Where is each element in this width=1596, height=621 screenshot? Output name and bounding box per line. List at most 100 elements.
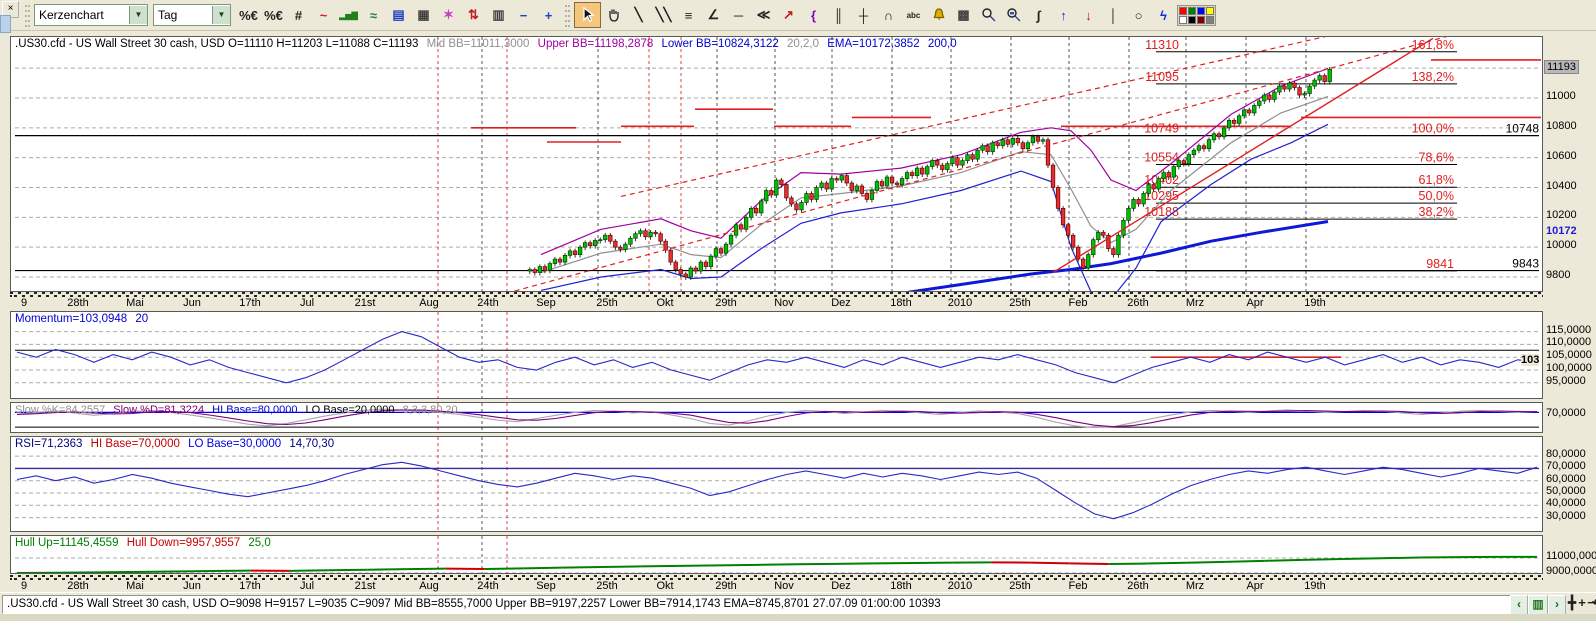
fibonacci-levels-icon[interactable]: ↗ xyxy=(776,3,801,27)
mini-scrollbar[interactable] xyxy=(0,15,11,33)
main-chart-title: .US30.cfd - US Wall Street 30 cash, USD … xyxy=(15,38,962,50)
mid-bollinger xyxy=(541,96,1328,272)
svg-text:78,6%: 78,6% xyxy=(1419,151,1454,165)
x-axis-label: 2010 xyxy=(940,580,980,592)
axis-label: 11000 xyxy=(1546,90,1576,102)
sell-arrow-icon[interactable]: ↓ xyxy=(1076,3,1101,27)
stochastic-pane[interactable]: Slow %K=84,2557 Slow %D=81,3224 HI Base=… xyxy=(10,402,1543,433)
style-brush-icon[interactable]: ✶ xyxy=(436,3,461,27)
bottom-strip xyxy=(0,614,1596,621)
x-axis-label: Mrz xyxy=(1175,580,1215,592)
alert-bell-icon[interactable] xyxy=(926,3,951,27)
slow-k-label: Slow %K=84,2557 xyxy=(15,404,105,416)
palette-color-swatch[interactable] xyxy=(1188,16,1196,24)
grid-icon[interactable]: # xyxy=(286,3,311,27)
x-axis-label: Jun xyxy=(172,580,212,592)
scrollbar-thumb[interactable]: ▥ xyxy=(1528,595,1548,615)
crosshair-icon[interactable]: ┼ xyxy=(851,3,876,27)
zoom-in-icon[interactable] xyxy=(976,3,1001,27)
axis-label: 95,0000 xyxy=(1546,375,1586,387)
period-value: Tag xyxy=(154,8,212,22)
axis-label: 30,0000 xyxy=(1546,510,1586,522)
x-axis-label: 19th xyxy=(1295,580,1335,592)
workspace-icon[interactable]: ▥ xyxy=(486,3,511,27)
axis-label: 11193 xyxy=(1544,60,1579,74)
squiggle-icon[interactable]: ∫ xyxy=(1026,3,1051,27)
palette-color-swatch[interactable] xyxy=(1179,7,1187,15)
palette-color-swatch[interactable] xyxy=(1197,16,1205,24)
vertical-grid-icon[interactable]: ║ xyxy=(826,3,851,27)
uptrend-solid xyxy=(1053,38,1433,272)
x-axis-label: 28th xyxy=(58,297,98,309)
chart-type-dropdown[interactable]: Kerzenchart ▼ xyxy=(34,4,148,26)
color-palette-icon[interactable] xyxy=(1177,5,1216,26)
axis-label: 9000,0000 xyxy=(1546,565,1596,577)
slow-lo-base-label: LO Base=20,0000 xyxy=(306,404,395,416)
palette-color-swatch[interactable] xyxy=(1188,7,1196,15)
calculator-icon[interactable]: ▩ xyxy=(951,3,976,27)
palette-color-swatch[interactable] xyxy=(1206,7,1214,15)
ema-params-label: 200,0 xyxy=(928,38,957,50)
rsi-pane[interactable]: RSI=71,2363 HI Base=70,0000 LO Base=30,0… xyxy=(10,436,1543,532)
speed-lines-icon[interactable]: ≪ xyxy=(751,3,776,27)
print-icon[interactable]: ▦ xyxy=(411,3,436,27)
hull-pane[interactable]: Hull Up=11145,4559 Hull Down=9957,9557 2… xyxy=(10,535,1543,574)
histogram-icon[interactable]: ▂▅▇ xyxy=(336,3,361,27)
horizontal-line-icon[interactable]: ─ xyxy=(726,3,751,27)
undo-icon[interactable]: ↶ xyxy=(1592,595,1596,611)
book-icon[interactable]: ▤ xyxy=(386,3,411,27)
zoom-out-minus-icon[interactable]: − xyxy=(511,3,536,27)
scroll-right-button[interactable]: › xyxy=(1548,595,1566,615)
palette-color-swatch[interactable] xyxy=(1179,16,1187,24)
chart-template-icon[interactable]: ≈ xyxy=(361,3,386,27)
axis-label: 100,0000 xyxy=(1546,362,1592,374)
lower-bb-label: Lower BB=10824,3122 xyxy=(661,38,778,50)
gann-fan-icon[interactable]: ∠ xyxy=(701,3,726,27)
text-label-icon[interactable]: abc xyxy=(901,3,926,27)
buy-arrow-icon[interactable]: ↑ xyxy=(1051,3,1076,27)
percent-scale-icon[interactable]: %€ xyxy=(261,3,286,27)
toolbar-grip[interactable] xyxy=(25,3,30,27)
horizontal-levels-icon[interactable]: ≡ xyxy=(676,3,701,27)
mid-bb-label: Mid BB=11011,3000 xyxy=(427,38,530,50)
axis-label: 9800 xyxy=(1546,269,1570,281)
pointer-icon[interactable] xyxy=(574,2,601,28)
fibonacci-zones-icon[interactable]: { xyxy=(801,3,826,27)
hand-pan-icon[interactable] xyxy=(601,3,626,27)
momentum-pane[interactable]: Momentum=103,0948 20 xyxy=(10,311,1543,399)
arcs-icon[interactable]: ∩ xyxy=(876,3,901,27)
zoom-out-icon[interactable] xyxy=(1001,3,1026,27)
price-scale-icon[interactable]: %€ xyxy=(236,3,261,27)
indicator-wave-icon[interactable]: ~ xyxy=(311,3,336,27)
date-axis-bottom: 928thMaiJun17thJul21stAug24thSep25thOkt2… xyxy=(10,575,1543,592)
period-dropdown[interactable]: Tag ▼ xyxy=(153,4,231,26)
palette-color-swatch[interactable] xyxy=(1206,16,1214,24)
ellipse-icon[interactable]: ○ xyxy=(1126,3,1151,27)
axis-label: 40,0000 xyxy=(1546,497,1586,509)
chevron-down-icon[interactable]: ▼ xyxy=(212,6,230,24)
x-axis-label: Dez xyxy=(821,580,861,592)
rsi-title: RSI=71,2363 HI Base=70,0000 LO Base=30,0… xyxy=(15,438,339,450)
axis-label: 105,0000 xyxy=(1546,349,1592,361)
vertical-line-icon[interactable]: │ xyxy=(1101,3,1126,27)
palette-color-swatch[interactable] xyxy=(1197,7,1205,15)
x-axis-label: 9 xyxy=(4,297,44,309)
parallel-lines-icon[interactable]: ╲╲ xyxy=(651,3,676,27)
x-axis-label: 28th xyxy=(58,580,98,592)
x-axis-label: 18th xyxy=(881,580,921,592)
toolbar-grip[interactable] xyxy=(565,3,570,27)
svg-text:138,2%: 138,2% xyxy=(1412,70,1454,84)
x-axis-label: 21st xyxy=(345,297,385,309)
chevron-down-icon[interactable]: ▼ xyxy=(129,6,147,24)
rsi-lo-base-label: LO Base=30,0000 xyxy=(188,438,281,450)
svg-text:10748: 10748 xyxy=(1506,122,1540,136)
zigzag-icon[interactable]: ϟ xyxy=(1151,3,1176,27)
main-chart-pane[interactable]: 10748984311310161,8%11095138,2%10749100,… xyxy=(10,36,1543,292)
trendline-icon[interactable]: ╲ xyxy=(626,3,651,27)
axis-label: 70,0000 xyxy=(1546,460,1586,472)
x-axis-label: Apr xyxy=(1235,580,1275,592)
indicators-updown-icon[interactable]: ⇅ xyxy=(461,3,486,27)
x-axis-label: 17th xyxy=(230,580,270,592)
zoom-in-plus-icon[interactable]: + xyxy=(536,3,561,27)
scroll-left-button[interactable]: ‹ xyxy=(1510,595,1528,615)
